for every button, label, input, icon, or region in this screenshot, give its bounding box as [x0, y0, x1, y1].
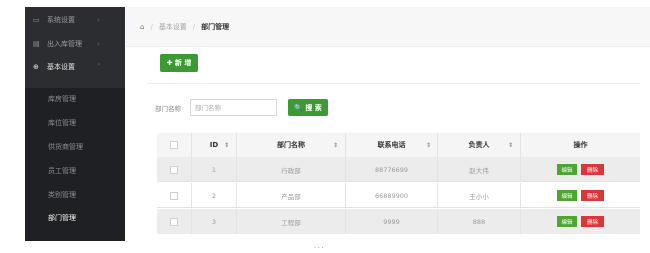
cell-actions: 编辑 删除 — [521, 183, 640, 208]
add-button[interactable]: ✚ 新 增 — [160, 54, 198, 72]
cell-id: 3 — [192, 209, 237, 234]
header-checkbox-cell — [157, 133, 192, 157]
department-name-input[interactable] — [190, 99, 277, 116]
table-row: 1 行政部 88776699 赵大伟 编辑 删除 — [157, 157, 640, 182]
monitor-icon: ▭ — [33, 16, 40, 24]
sort-icon[interactable]: ⇕ — [333, 142, 338, 149]
footer-text: · · · — [314, 245, 324, 252]
submenu-item-department[interactable]: 部门管理 — [25, 207, 125, 229]
header-label: 负责人 — [468, 141, 490, 149]
sort-icon[interactable]: ⇕ — [224, 142, 229, 149]
chevron-right-icon: › — [97, 40, 100, 48]
edit-button[interactable]: 编辑 — [557, 216, 577, 227]
cell-owner: 王小小 — [438, 183, 521, 208]
cell-actions: 编辑 删除 — [521, 209, 640, 234]
header-label: ID — [209, 141, 219, 149]
cell-phone: 9999 — [346, 209, 438, 234]
table-row: 2 产品部 66889900 王小小 编辑 删除 — [157, 183, 640, 208]
search-label: 部门名称 — [155, 105, 181, 113]
sidebar-submenu: 库房管理 库位管理 供货商管理 员工管理 类别管理 部门管理 — [25, 88, 125, 241]
checkbox-cell — [157, 209, 192, 234]
cell-actions: 编辑 删除 — [521, 157, 640, 182]
header-name[interactable]: 部门名称 ⇕ — [237, 133, 346, 157]
submenu-item-supplier[interactable]: 供货商管理 — [25, 136, 125, 158]
edit-button[interactable]: 编辑 — [557, 190, 577, 201]
sort-icon[interactable]: ⇕ — [426, 142, 431, 149]
sort-icon[interactable]: ⇕ — [508, 142, 513, 149]
row-divider — [157, 181, 640, 182]
globe-icon: ⊕ — [33, 63, 39, 71]
table-header: ID ⇕ 部门名称 ⇕ 联系电话 ⇕ 负责人 ⇕ 操作 — [157, 133, 640, 158]
sidebar: ▭ 系统设置 › ▤ 出入库管理 › ⊕ 基本设置 ˅ 库房管理 库位管理 供货… — [25, 7, 125, 241]
sidebar-item-system-settings[interactable]: ▭ 系统设置 › — [25, 9, 125, 31]
breadcrumb: ⌂ / 基本设置 / 部门管理 — [126, 7, 650, 47]
home-icon[interactable]: ⌂ — [140, 23, 144, 31]
row-checkbox[interactable] — [170, 191, 178, 200]
checkbox-cell — [157, 157, 192, 182]
sidebar-item-label: 基本设置 — [47, 63, 75, 71]
submenu-item-category[interactable]: 类别管理 — [25, 184, 125, 206]
sidebar-item-inout[interactable]: ▤ 出入库管理 › — [25, 33, 125, 55]
inout-icon: ▤ — [33, 40, 40, 48]
header-phone[interactable]: 联系电话 ⇕ — [346, 133, 438, 157]
checkbox-cell — [157, 183, 192, 208]
cell-id: 2 — [192, 183, 237, 208]
row-checkbox[interactable] — [170, 217, 178, 226]
cell-owner: 赵大伟 — [438, 157, 521, 182]
header-owner[interactable]: 负责人 ⇕ — [438, 133, 521, 157]
row-divider — [157, 207, 640, 208]
sidebar-item-basic-settings[interactable]: ⊕ 基本设置 ˅ — [25, 56, 125, 78]
chevron-down-icon: ˅ — [97, 63, 101, 71]
header-actions: 操作 — [521, 133, 640, 157]
cell-name: 行政部 — [237, 157, 346, 182]
breadcrumb-separator: / — [192, 22, 196, 31]
submenu-item-location[interactable]: 库位管理 — [25, 112, 125, 134]
delete-button[interactable]: 删除 — [581, 190, 604, 201]
submenu-item-staff[interactable]: 员工管理 — [25, 160, 125, 182]
delete-button[interactable]: 删除 — [581, 164, 604, 175]
search-button[interactable]: 🔍 搜 索 — [288, 99, 328, 116]
sidebar-item-label: 系统设置 — [47, 16, 75, 24]
divider — [147, 83, 640, 84]
cell-phone: 88776699 — [346, 157, 438, 182]
select-all-checkbox[interactable] — [170, 141, 178, 149]
table-row: 3 工程部 9999 888 编辑 删除 — [157, 209, 640, 234]
cell-owner: 888 — [438, 209, 521, 234]
breadcrumb-separator: / — [150, 22, 153, 31]
breadcrumb-parent[interactable]: 基本设置 — [159, 22, 187, 32]
submenu-item-warehouse[interactable]: 库房管理 — [25, 88, 125, 110]
cell-phone: 66889900 — [346, 183, 438, 208]
sidebar-item-label: 出入库管理 — [47, 40, 82, 48]
header-label: 部门名称 — [277, 141, 305, 149]
cell-id: 1 — [192, 157, 237, 182]
header-label: 操作 — [573, 141, 588, 149]
header-id[interactable]: ID ⇕ — [192, 133, 237, 157]
row-checkbox[interactable] — [170, 165, 178, 174]
breadcrumb-current: 部门管理 — [201, 22, 230, 31]
chevron-right-icon: › — [97, 16, 100, 24]
delete-button[interactable]: 删除 — [581, 216, 604, 227]
header-label: 联系电话 — [377, 141, 406, 149]
cell-name: 产品部 — [237, 183, 346, 208]
edit-button[interactable]: 编辑 — [557, 164, 577, 175]
cell-name: 工程部 — [237, 209, 346, 234]
